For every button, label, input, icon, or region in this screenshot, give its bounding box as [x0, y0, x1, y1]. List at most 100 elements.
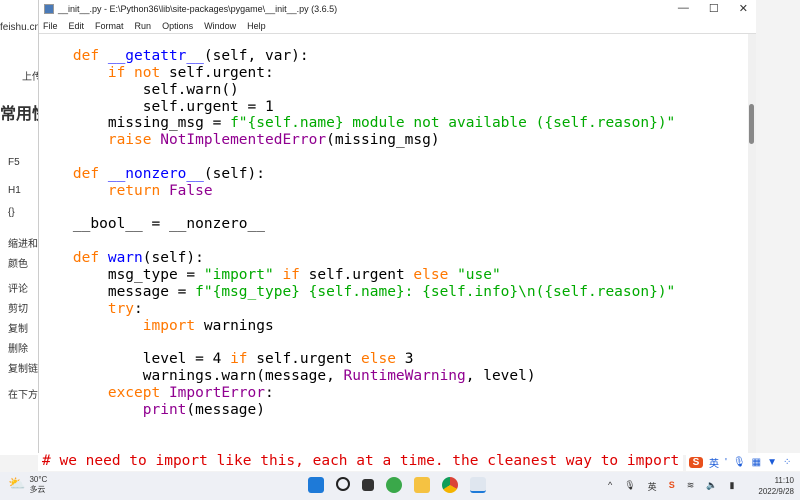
- menu-help[interactable]: Help: [247, 21, 266, 31]
- code-line[interactable]: def __getattr__(self, var):: [38, 48, 675, 65]
- code-token: except: [107, 384, 169, 401]
- code-line[interactable]: [38, 233, 675, 250]
- code-token: def: [72, 165, 108, 182]
- code-line[interactable]: level = 4 if self.urgent else 3: [38, 351, 675, 368]
- code-line[interactable]: self.warn(): [38, 82, 675, 99]
- wifi-icon[interactable]: ≋: [687, 480, 695, 493]
- battery-icon[interactable]: ▮: [729, 480, 734, 493]
- time: 11:10: [774, 476, 794, 485]
- edge-icon[interactable]: [386, 477, 402, 493]
- weather-widget[interactable]: ⛅ 30°C 多云: [8, 475, 47, 495]
- code-token: def: [72, 250, 108, 267]
- code-token: (self):: [142, 250, 204, 267]
- code-line[interactable]: def warn(self):: [38, 250, 675, 267]
- code-line[interactable]: def __nonzero__(self):: [38, 166, 675, 183]
- code-token: if: [273, 266, 309, 283]
- code-token: :: [264, 384, 274, 401]
- ime-icon[interactable]: 英: [648, 480, 657, 493]
- code-token: raise: [107, 132, 161, 149]
- code-token: print: [142, 401, 187, 418]
- code-token: __nonzero__: [107, 165, 204, 182]
- code-line[interactable]: self.urgent = 1: [38, 99, 675, 116]
- code-token: RuntimeWarning: [343, 368, 466, 385]
- code-token: self.urgent:: [168, 64, 274, 81]
- code-line[interactable]: print(message): [38, 402, 675, 419]
- code-line[interactable]: if not self.urgent:: [38, 65, 675, 82]
- maximize-button[interactable]: ☐: [709, 2, 719, 15]
- menu-bar: File Edit Format Run Options Window Help: [39, 18, 756, 34]
- menu-edit[interactable]: Edit: [69, 21, 85, 31]
- volume-icon[interactable]: 🔈: [706, 480, 717, 493]
- code-line[interactable]: except ImportError:: [38, 385, 675, 402]
- bg-item: 复制: [8, 324, 28, 335]
- keyboard-icon[interactable]: ▦: [752, 457, 761, 468]
- mic-icon[interactable]: 🎙: [733, 457, 746, 468]
- skin-icon[interactable]: ▼: [767, 457, 777, 468]
- date: 2022/9/28: [758, 487, 794, 496]
- code-comment-line[interactable]: # we need to import like this, each at a…: [38, 453, 683, 471]
- code-token: , level): [465, 368, 536, 385]
- url-text: feishu.cn: [0, 22, 41, 33]
- code-token: try: [107, 300, 135, 317]
- scrollbar-thumb[interactable]: [749, 104, 754, 144]
- code-line[interactable]: warnings.warn(message, RuntimeWarning, l…: [38, 368, 675, 385]
- code-token: self.urgent: [308, 266, 414, 283]
- task-view-icon[interactable]: [362, 479, 374, 491]
- chrome-icon[interactable]: [442, 477, 458, 493]
- file-explorer-icon[interactable]: [414, 477, 430, 493]
- menu-run[interactable]: Run: [135, 21, 152, 31]
- bg-item: 在下方: [8, 390, 38, 401]
- code-line[interactable]: __bool__ = __nonzero__: [38, 216, 675, 233]
- menu-file[interactable]: File: [43, 21, 58, 31]
- code-token: 3: [404, 351, 414, 368]
- code-line[interactable]: [38, 334, 675, 351]
- code-token: self.urgent: [256, 351, 362, 368]
- code-line[interactable]: message = f"{msg_type} {self.name}: {sel…: [38, 284, 675, 301]
- punct-icon[interactable]: ': [725, 457, 727, 468]
- code-line[interactable]: return False: [38, 183, 675, 200]
- bg-item: 剪切: [8, 304, 28, 315]
- code-line[interactable]: msg_type = "import" if self.urgent else …: [38, 267, 675, 284]
- ime-toolbar[interactable]: S 英 ' 🎙 ▦ ▼ ⁘: [686, 453, 800, 471]
- code-token: import: [142, 317, 204, 334]
- code-token: level = 4: [38, 351, 231, 368]
- code-editor[interactable]: def __getattr__(self, var): if not self.…: [38, 48, 675, 419]
- search-icon[interactable]: [336, 477, 350, 491]
- sogou-icon[interactable]: S: [669, 480, 675, 493]
- start-icon[interactable]: [308, 477, 324, 493]
- code-line[interactable]: [38, 149, 675, 166]
- code-line[interactable]: [38, 200, 675, 217]
- code-line[interactable]: raise NotImplementedError(missing_msg): [38, 132, 675, 149]
- bg-item: H1: [8, 185, 21, 196]
- menu-format[interactable]: Format: [95, 21, 124, 31]
- code-token: (missing_msg): [326, 132, 440, 149]
- python-idle-icon[interactable]: [470, 477, 486, 493]
- taskbar: ⛅ 30°C 多云 ^ 🎙 英 S ≋ 🔈 ▮ 11:10 2022/9/28: [0, 472, 800, 500]
- menu-options[interactable]: Options: [162, 21, 193, 31]
- clock[interactable]: 11:10 2022/9/28: [758, 475, 794, 497]
- bg-item: 评论: [8, 284, 28, 295]
- close-button[interactable]: ✕: [739, 2, 748, 15]
- code-token: f"{self.name} module not available ({sel…: [230, 115, 676, 132]
- code-token: if not: [107, 64, 169, 81]
- bg-item: 缩进和: [8, 239, 38, 250]
- code-token: warnings.warn(message,: [38, 368, 344, 385]
- chevron-up-icon[interactable]: ^: [608, 480, 612, 493]
- ime-lang[interactable]: 英: [709, 455, 719, 470]
- code-token: False: [168, 182, 213, 199]
- code-line[interactable]: try:: [38, 301, 675, 318]
- code-line[interactable]: import warnings: [38, 318, 675, 335]
- menu-icon[interactable]: ⁘: [783, 457, 791, 468]
- mic-icon[interactable]: 🎙: [624, 480, 635, 493]
- code-line[interactable]: missing_msg = f"{self.name} module not a…: [38, 115, 675, 132]
- minimize-button[interactable]: —: [678, 2, 689, 15]
- sogou-logo[interactable]: S: [689, 456, 703, 468]
- vertical-scrollbar[interactable]: [748, 34, 756, 454]
- cloud-sun-icon: ⛅: [8, 475, 26, 491]
- menu-window[interactable]: Window: [204, 21, 236, 31]
